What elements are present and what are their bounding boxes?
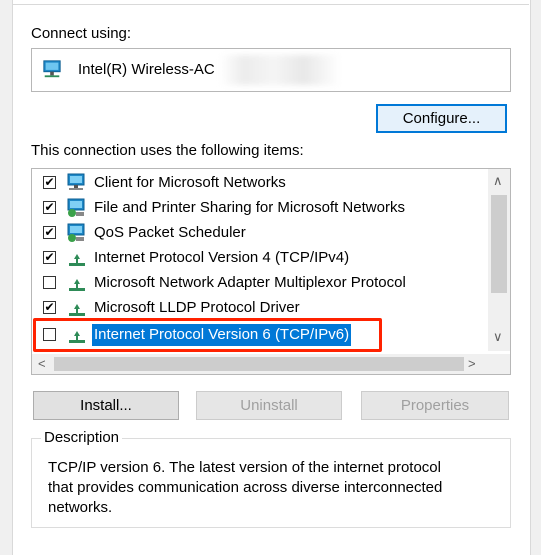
scroll-down-icon[interactable]: ∨ (493, 329, 503, 345)
item-label: File and Printer Sharing for Microsoft N… (94, 199, 405, 216)
item-label: Microsoft Network Adapter Multiplexor Pr… (94, 274, 406, 291)
item-label: Microsoft LLDP Protocol Driver (94, 299, 300, 316)
protocol-icon (69, 279, 85, 291)
install-button[interactable]: Install... (33, 391, 179, 420)
checkbox[interactable]: ✔ (43, 201, 56, 214)
description-line: networks. (48, 499, 113, 516)
redacted-blur (220, 55, 340, 85)
items-section-label: This connection uses the following items… (31, 142, 304, 159)
list-item-ipv4[interactable]: ✔ Internet Protocol Version 4 (TCP/IPv4) (32, 246, 487, 271)
vertical-scroll-thumb[interactable] (491, 195, 507, 293)
description-legend: Description (41, 429, 123, 446)
description-line: TCP/IP version 6. The latest version of … (48, 459, 441, 476)
item-label: QoS Packet Scheduler (94, 224, 246, 241)
horizontal-scroll-thumb[interactable] (54, 357, 464, 371)
tab-edge (12, 0, 529, 5)
file-printer-sharing-icon (67, 198, 85, 217)
list-item-multiplexor-protocol[interactable]: Microsoft Network Adapter Multiplexor Pr… (32, 271, 487, 296)
checkbox[interactable]: ✔ (43, 226, 56, 239)
vertical-scrollbar[interactable]: ∧ ∨ (488, 169, 510, 351)
description-line: that provides communication across diver… (48, 479, 443, 496)
protocol-icon (69, 254, 85, 266)
horizontal-scrollbar[interactable]: < > (32, 354, 510, 374)
description-text: TCP/IP version 6. The latest version of … (48, 458, 498, 518)
adapter-field: Intel(R) Wireless-AC (31, 48, 511, 92)
scroll-up-icon[interactable]: ∧ (493, 173, 503, 189)
connect-using-label: Connect using: (31, 25, 132, 42)
qos-scheduler-icon (67, 223, 85, 242)
list-item-qos-scheduler[interactable]: ✔ QoS Packet Scheduler (32, 221, 487, 246)
list-item-client-for-networks[interactable]: ✔ Client for Microsoft Networks (32, 171, 487, 196)
protocol-icon (69, 304, 85, 316)
checkbox[interactable]: ✔ (43, 176, 56, 189)
checkbox[interactable]: ✔ (43, 251, 56, 264)
item-label: Internet Protocol Version 4 (TCP/IPv4) (94, 249, 350, 266)
list-item-file-printer-sharing[interactable]: ✔ File and Printer Sharing for Microsoft… (32, 196, 487, 221)
network-client-icon (67, 173, 85, 190)
item-label: Client for Microsoft Networks (94, 174, 286, 191)
highlight-annotation-box (33, 318, 382, 352)
configure-button[interactable]: Configure... (376, 104, 507, 133)
uninstall-button[interactable]: Uninstall (196, 391, 342, 420)
network-adapter-icon (43, 60, 61, 78)
properties-button[interactable]: Properties (361, 391, 509, 420)
scroll-right-icon[interactable]: > (468, 356, 476, 371)
scroll-left-icon[interactable]: < (38, 356, 46, 371)
checkbox[interactable] (43, 276, 56, 289)
adapter-name: Intel(R) Wireless-AC (78, 61, 215, 78)
checkbox[interactable]: ✔ (43, 301, 56, 314)
